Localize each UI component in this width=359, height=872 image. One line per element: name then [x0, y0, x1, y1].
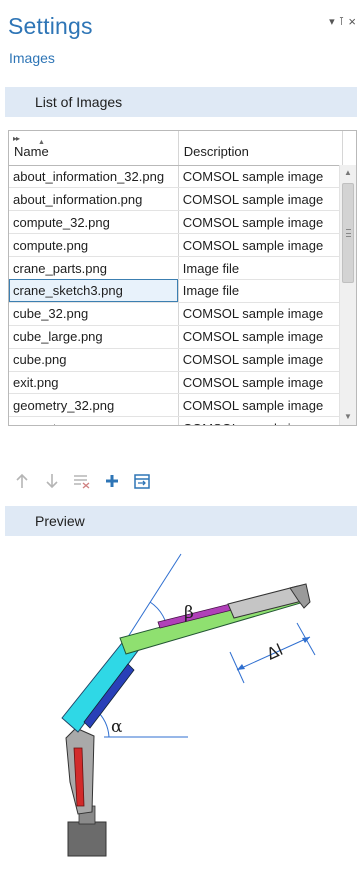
table-header-row: ▸▸ ▲ Name Description	[9, 131, 344, 166]
cell-description[interactable]: COMSOL sample image	[178, 165, 344, 189]
add-icon	[106, 475, 118, 487]
scroll-down-icon[interactable]: ▼	[340, 409, 356, 425]
table-row[interactable]: cube_large.png COMSOL sample image	[9, 325, 344, 349]
import-button[interactable]	[132, 471, 152, 491]
cell-description[interactable]: COMSOL sample image	[178, 187, 344, 212]
column-label: Description	[183, 143, 249, 159]
table-row-selected[interactable]: crane_sketch3.png Image file	[9, 279, 344, 303]
section-label: Preview	[35, 513, 85, 529]
sort-ascending-icon: ▲	[38, 139, 45, 146]
grip-icon	[346, 229, 351, 237]
table-row[interactable]: cube.png COMSOL sample image	[9, 348, 344, 372]
cell-name[interactable]: compute_32.png	[9, 210, 179, 235]
move-up-icon	[16, 473, 28, 488]
panel-title: Settings	[8, 13, 93, 39]
column-menu-icon[interactable]: ▸▸	[13, 134, 20, 143]
dropdown-icon[interactable]: ▾	[329, 15, 335, 28]
scroll-up-icon[interactable]: ▲	[340, 165, 356, 181]
table-row[interactable]: about_information.png COMSOL sample imag…	[9, 187, 344, 212]
cell-name[interactable]: geometry.png	[9, 416, 179, 425]
cell-name[interactable]: crane_parts.png	[9, 256, 179, 280]
cell-name[interactable]: cube_32.png	[9, 302, 179, 326]
vertical-scrollbar[interactable]: ▲ ▼	[339, 165, 356, 425]
move-down-icon	[46, 474, 58, 489]
crane-sketch-image: β α Δl	[61, 553, 316, 857]
cell-description[interactable]: COMSOL sample image	[178, 393, 344, 418]
table-row[interactable]: exit.png COMSOL sample image	[9, 371, 344, 395]
cell-description[interactable]: Image file	[178, 256, 344, 280]
cell-name[interactable]: cube_large.png	[9, 325, 179, 349]
label-beta: β	[184, 603, 194, 623]
image-preview: β α Δl	[8, 552, 340, 870]
cell-description[interactable]: COMSOL sample image	[178, 416, 344, 425]
section-list-of-images[interactable]: List of Images	[5, 87, 357, 117]
add-button[interactable]	[102, 471, 122, 491]
crane-base	[67, 821, 107, 857]
list-toolbar	[12, 470, 152, 492]
cell-name[interactable]: cube.png	[9, 348, 179, 372]
pin-icon[interactable]: ⊺	[339, 15, 345, 28]
table-row[interactable]: crane_parts.png Image file	[9, 256, 344, 280]
table-row[interactable]: geometry_32.png COMSOL sample image	[9, 393, 344, 418]
section-preview[interactable]: Preview	[5, 506, 357, 536]
panel-subtitle: Images	[9, 50, 55, 66]
panel-header: Settings Images ▾ ⊺ ×	[0, 0, 359, 80]
move-down-button[interactable]	[42, 471, 62, 491]
label-delta-l: Δl	[264, 640, 286, 664]
table-row[interactable]: compute.png COMSOL sample image	[9, 233, 344, 258]
clear-list-icon	[74, 475, 90, 489]
table-row[interactable]: geometry.png COMSOL sample image	[9, 416, 344, 425]
cell-description[interactable]: COMSOL sample image	[178, 233, 344, 258]
cell-name[interactable]: about_information.png	[9, 187, 179, 212]
import-icon	[134, 473, 150, 489]
cell-name[interactable]: about_information_32.png	[9, 165, 179, 189]
scroll-thumb[interactable]	[342, 183, 354, 283]
cell-description[interactable]: COMSOL sample image	[178, 348, 344, 372]
cell-description[interactable]: COMSOL sample image	[178, 325, 344, 349]
column-header-name[interactable]: ▸▸ ▲ Name	[9, 131, 179, 166]
column-header-description[interactable]: Description	[178, 131, 344, 166]
cell-description[interactable]: Image file	[178, 279, 344, 303]
cell-description[interactable]: COMSOL sample image	[178, 371, 344, 395]
cell-name[interactable]: geometry_32.png	[9, 393, 179, 418]
table-row[interactable]: about_information_32.png COMSOL sample i…	[9, 165, 344, 189]
close-icon[interactable]: ×	[348, 14, 356, 29]
table-row[interactable]: compute_32.png COMSOL sample image	[9, 210, 344, 235]
move-up-button[interactable]	[12, 471, 32, 491]
section-label: List of Images	[35, 94, 123, 110]
cell-description[interactable]: COMSOL sample image	[178, 210, 344, 235]
window-controls: ▾ ⊺ ×	[329, 14, 356, 29]
cell-name[interactable]: exit.png	[9, 371, 179, 395]
clear-list-button[interactable]	[72, 471, 92, 491]
table-row[interactable]: cube_32.png COMSOL sample image	[9, 302, 344, 326]
images-table: ▸▸ ▲ Name Description about_information_…	[8, 130, 357, 426]
cell-name[interactable]: crane_sketch3.png	[9, 279, 179, 303]
cell-description[interactable]: COMSOL sample image	[178, 302, 344, 326]
cell-name[interactable]: compute.png	[9, 233, 179, 258]
label-alpha: α	[111, 717, 123, 737]
